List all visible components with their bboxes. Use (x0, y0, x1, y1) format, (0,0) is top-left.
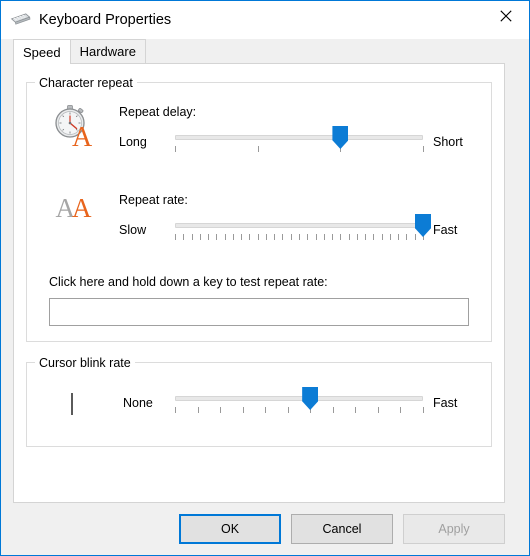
slider-tick (175, 146, 176, 152)
slider-tick (241, 234, 243, 240)
repeat-delay-max-label: Short (433, 135, 463, 149)
slider-tick (398, 234, 400, 240)
slider-tick (249, 234, 251, 240)
tab-strip: Speed Hardware (13, 39, 529, 64)
apply-button: Apply (403, 514, 505, 544)
slider-tick (315, 234, 317, 240)
slider-tick (340, 234, 342, 240)
repeat-delay-title: Repeat delay: (119, 105, 197, 119)
repeat-rate-min-label: Slow (119, 223, 147, 237)
slider-tick (175, 234, 176, 240)
tab-speed[interactable]: Speed (13, 39, 71, 64)
slider-tick (423, 407, 424, 413)
ok-button[interactable]: OK (179, 514, 281, 544)
cursor-blink-track[interactable] (175, 396, 423, 401)
slider-tick (377, 407, 379, 413)
repeat-delay-ticks (175, 146, 424, 152)
slider-tick (365, 234, 367, 240)
window-title: Keyboard Properties (39, 12, 172, 28)
title-bar: Keyboard Properties (1, 1, 529, 39)
cursor-blink-max-label: Fast (433, 396, 458, 410)
repeat-rate-track[interactable] (175, 223, 423, 228)
keyboard-icon (9, 8, 33, 32)
slider-tick (274, 234, 276, 240)
slider-tick (348, 234, 350, 240)
slider-tick (287, 407, 289, 413)
slider-tick (175, 407, 176, 413)
cancel-button[interactable]: Cancel (291, 514, 393, 544)
slider-tick (323, 234, 325, 240)
slider-tick (224, 234, 226, 240)
letter-a-orange: A (72, 192, 91, 223)
text-caret-icon (37, 381, 107, 427)
slider-tick (414, 234, 416, 240)
slider-tick (199, 234, 201, 240)
slider-tick (332, 407, 334, 413)
dialog-footer: OK Cancel Apply (1, 503, 529, 555)
letter-a-gray: A (55, 192, 75, 223)
slider-tick (208, 234, 210, 240)
slider-tick (242, 407, 244, 413)
slider-tick (282, 234, 284, 240)
tab-hardware-label: Hardware (79, 44, 136, 59)
speed-tab-panel: Character repeat A Repeat delay: Long Sh… (13, 63, 505, 503)
slider-tick (257, 234, 259, 240)
cursor-blink-ticks (175, 407, 424, 413)
repeat-rate-max-label: Fast (433, 223, 458, 237)
repeat-rate-slider[interactable] (175, 214, 431, 244)
slider-tick (290, 234, 292, 240)
slider-tick (299, 234, 300, 240)
slider-tick (423, 146, 424, 152)
slider-tick (265, 234, 267, 240)
close-icon (500, 10, 512, 22)
svg-text:A: A (72, 122, 93, 149)
slider-tick (216, 234, 218, 240)
tab-speed-label: Speed (23, 44, 61, 60)
group-character-repeat-label: Character repeat (35, 76, 137, 90)
slider-tick (373, 234, 375, 240)
slider-tick (381, 234, 383, 240)
repeat-delay-track[interactable] (175, 135, 423, 140)
slider-tick (389, 234, 391, 240)
test-repeat-rate-input[interactable] (49, 298, 469, 326)
slider-tick (332, 234, 334, 240)
slider-tick (265, 407, 267, 413)
slider-tick (400, 407, 402, 413)
stopwatch-letter-a-icon: A (37, 101, 107, 151)
slider-tick (356, 234, 358, 240)
test-repeat-rate-label: Click here and hold down a key to test r… (49, 275, 328, 289)
slider-tick (191, 234, 193, 240)
close-button[interactable] (483, 1, 529, 31)
slider-tick (197, 407, 199, 413)
slider-tick (257, 146, 259, 152)
repeat-rate-title: Repeat rate: (119, 193, 188, 207)
slider-tick (232, 234, 234, 240)
slider-tick (307, 234, 309, 240)
cursor-blink-min-label: None (123, 396, 153, 410)
repeat-rate-ticks (175, 234, 424, 240)
double-letter-a-icon: AA (37, 183, 107, 233)
tab-hardware[interactable]: Hardware (69, 39, 146, 63)
slider-tick (220, 407, 222, 413)
group-cursor-blink-rate: Cursor blink rate None Fast (26, 356, 492, 447)
slider-tick (406, 234, 408, 240)
repeat-delay-slider[interactable] (175, 126, 424, 156)
group-cursor-blink-rate-label: Cursor blink rate (35, 356, 135, 370)
keyboard-properties-window: Keyboard Properties Speed Hardware Chara… (0, 0, 530, 556)
slider-tick (183, 234, 185, 240)
repeat-delay-min-label: Long (119, 135, 147, 149)
group-character-repeat: Character repeat A Repeat delay: Long Sh… (26, 76, 492, 342)
cursor-blink-slider[interactable] (175, 387, 424, 417)
slider-tick (355, 407, 357, 413)
